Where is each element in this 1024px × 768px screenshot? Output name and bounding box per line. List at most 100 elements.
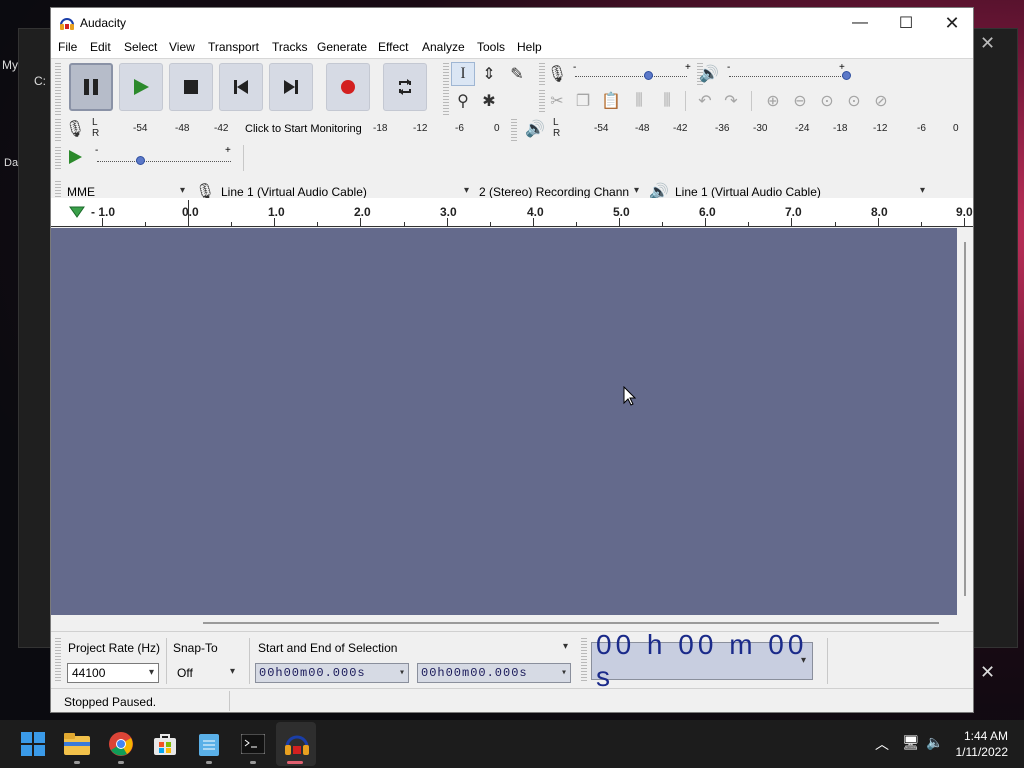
clock-date: 1/11/2022 xyxy=(955,745,1009,759)
volume-icon[interactable]: 🔈 xyxy=(926,734,943,751)
snap-to-select[interactable]: Off ▾ xyxy=(173,663,239,683)
selection-start-time[interactable]: 00h00m00.000s ▾ xyxy=(255,663,409,683)
silence-icon[interactable]: ⫼ xyxy=(655,89,679,113)
meter-tick: -36 xyxy=(715,123,730,134)
terminal-button[interactable] xyxy=(239,730,267,758)
close-button[interactable]: ✕ xyxy=(929,8,975,38)
track-panel[interactable] xyxy=(51,228,957,615)
show-hidden-icons-chevron-icon[interactable]: ︿ xyxy=(875,734,889,754)
menu-edit[interactable]: Edit xyxy=(90,40,111,54)
slider-plus: + xyxy=(225,145,231,156)
play-at-speed-button[interactable] xyxy=(63,145,87,169)
active-indicator xyxy=(287,761,303,764)
cut-icon[interactable]: ✂ xyxy=(545,89,569,113)
play-speed-slider[interactable] xyxy=(136,156,145,165)
play-icon xyxy=(134,79,149,95)
zoom-out-icon[interactable]: ⊖ xyxy=(788,89,812,113)
toolbar-grip[interactable] xyxy=(511,119,517,141)
toolbar-grip[interactable] xyxy=(55,63,61,115)
terminal-icon xyxy=(241,734,265,754)
audacity-taskbar-button[interactable] xyxy=(283,730,311,758)
zoom-in-icon[interactable]: ⊕ xyxy=(761,89,785,113)
menu-help[interactable]: Help xyxy=(517,40,542,54)
vertical-scrollbar[interactable] xyxy=(957,228,973,615)
record-meter-microphone-icon[interactable]: 🎙 xyxy=(63,117,87,141)
fit-selection-icon[interactable]: ⊙ xyxy=(815,89,839,113)
menu-transport[interactable]: Transport xyxy=(208,40,259,54)
start-monitoring-label[interactable]: Click to Start Monitoring xyxy=(245,123,362,135)
multi-tool-icon[interactable]: ✱ xyxy=(477,89,501,113)
selection-end-time[interactable]: 00h00m00.000s ▾ xyxy=(417,663,571,683)
store-button[interactable] xyxy=(151,730,179,758)
horizontal-scroll-thumb[interactable] xyxy=(203,622,939,624)
menu-tracks[interactable]: Tracks xyxy=(272,40,308,54)
loop-button[interactable] xyxy=(383,63,427,111)
maximize-button[interactable]: ☐ xyxy=(883,8,929,38)
system-clock[interactable]: 1:44 AM 1/11/2022 xyxy=(956,728,1009,760)
draw-tool-icon[interactable]: ✎ xyxy=(505,62,529,86)
slider-minus: - xyxy=(573,62,577,73)
loop-icon xyxy=(399,79,411,95)
start-button[interactable] xyxy=(19,730,47,758)
menu-tools[interactable]: Tools xyxy=(477,40,505,54)
separator xyxy=(243,145,244,171)
chrome-button[interactable] xyxy=(107,730,135,758)
selection-tool-icon[interactable]: I xyxy=(451,62,475,86)
toolbar-grip[interactable] xyxy=(443,63,449,115)
skip-to-start-button[interactable] xyxy=(219,63,263,111)
background-close-icon[interactable]: ✕ xyxy=(980,662,995,683)
play-button[interactable] xyxy=(119,63,163,111)
pin-head-icon[interactable] xyxy=(69,205,85,219)
record-icon xyxy=(341,80,355,94)
stop-button[interactable] xyxy=(169,63,213,111)
meter-lr: LR xyxy=(553,117,561,139)
menu-file[interactable]: File xyxy=(58,40,77,54)
ruler-label: 2.0 xyxy=(354,205,371,219)
envelope-tool-icon[interactable]: ⇕ xyxy=(477,62,501,86)
ruler-label: 8.0 xyxy=(871,205,888,219)
menu-analyze[interactable]: Analyze xyxy=(422,40,465,54)
selection-mode-select[interactable]: Start and End of Selection ▾ xyxy=(254,638,572,658)
record-button[interactable] xyxy=(326,63,370,111)
playback-meter-speaker-icon[interactable]: 🔊 xyxy=(523,117,547,141)
slider-plus: + xyxy=(839,62,845,73)
ruler-minor-tick xyxy=(921,222,922,226)
file-explorer-button[interactable] xyxy=(63,730,91,758)
menu-view[interactable]: View xyxy=(169,40,195,54)
title-bar[interactable]: Audacity — ☐ ✕ xyxy=(51,8,973,38)
ruler-minor-tick xyxy=(576,222,577,226)
skip-to-end-button[interactable] xyxy=(269,63,313,111)
vertical-scroll-thumb[interactable] xyxy=(964,242,966,596)
zoom-toggle-icon[interactable]: ⊘ xyxy=(869,89,893,113)
horizontal-scrollbar[interactable] xyxy=(51,615,973,631)
menu-effect[interactable]: Effect xyxy=(378,40,408,54)
zoom-tool-icon[interactable]: ⚲ xyxy=(451,89,475,113)
record-volume-slider[interactable] xyxy=(644,71,653,80)
timeline-ruler[interactable]: - 1.0 0.0 1.0 2.0 3.0 4.0 5.0 6.0 7.0 8.… xyxy=(51,198,973,227)
redo-icon[interactable]: ↷ xyxy=(719,89,743,113)
copy-icon[interactable]: ❐ xyxy=(571,89,595,113)
toolbar-grip[interactable] xyxy=(55,638,61,682)
paste-icon[interactable]: 📋 xyxy=(599,89,623,113)
fit-project-icon[interactable]: ⊙ xyxy=(842,89,866,113)
mouse-cursor-icon xyxy=(623,386,637,406)
minimize-button[interactable]: — xyxy=(837,8,883,38)
running-indicator xyxy=(74,761,80,764)
microphone-icon: 🎙 xyxy=(546,66,568,83)
toolbar-grip[interactable] xyxy=(581,638,587,682)
network-icon[interactable]: 🖥 xyxy=(902,734,920,751)
toolbar-grip[interactable] xyxy=(55,147,61,169)
menu-select[interactable]: Select xyxy=(124,40,157,54)
folder-icon xyxy=(64,733,90,755)
menu-generate[interactable]: Generate xyxy=(317,40,367,54)
ruler-tick xyxy=(447,218,448,226)
toolbar-grip[interactable] xyxy=(55,119,61,141)
trim-icon[interactable]: ⫼ xyxy=(627,89,651,113)
notepad-button[interactable] xyxy=(195,730,223,758)
undo-icon[interactable]: ↶ xyxy=(693,89,717,113)
pause-button[interactable] xyxy=(69,63,113,111)
project-rate-select[interactable]: 44100 ▾ xyxy=(67,663,159,683)
ruler-tick xyxy=(188,218,189,226)
audio-position-time[interactable]: 00 h 00 m 00 s ▾ xyxy=(591,629,813,692)
background-close-icon[interactable]: ✕ xyxy=(980,33,995,54)
